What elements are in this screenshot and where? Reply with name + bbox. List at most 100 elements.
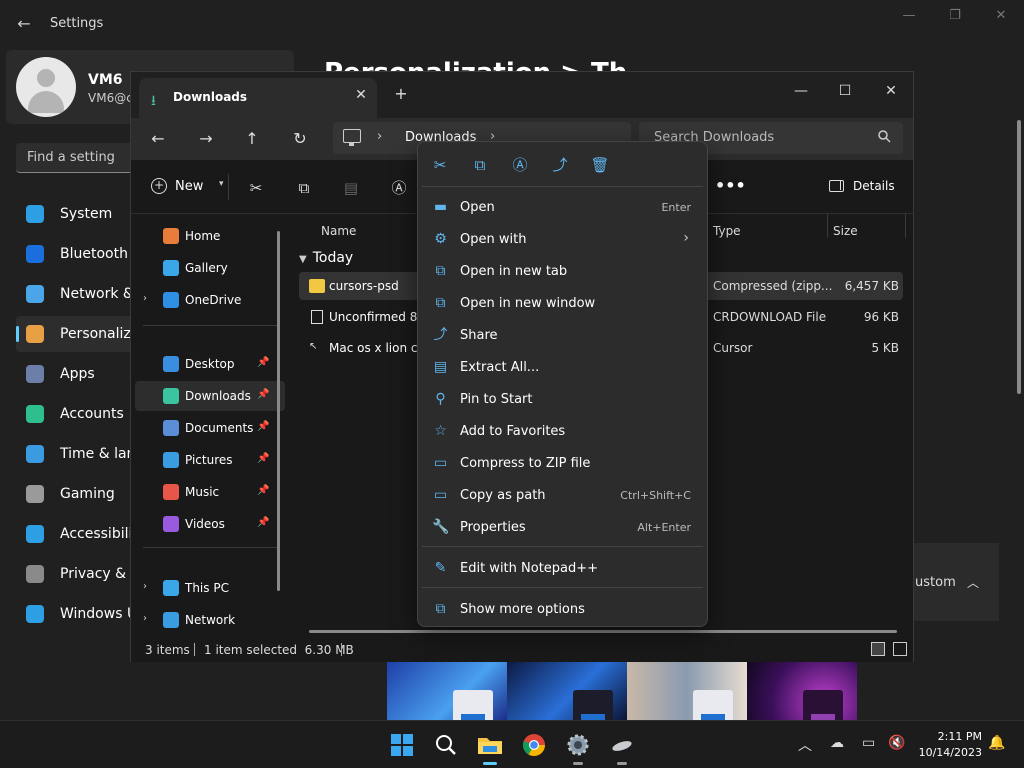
menu-item[interactable]: ⚙ Open with › [422, 224, 703, 254]
minimize-icon[interactable]: — [894, 8, 924, 26]
notification-bell-icon[interactable]: 🔔 [988, 735, 1005, 751]
menu-divider [422, 587, 703, 588]
refresh-icon[interactable]: ↻ [285, 126, 315, 152]
theme-thumbnail-glow[interactable] [747, 662, 857, 720]
menu-item[interactable]: ✎ Edit with Notepad++ [422, 553, 703, 583]
menu-item[interactable]: ⤴ Share [422, 320, 703, 350]
settings-search-input[interactable]: Find a setting [16, 143, 146, 173]
settings-nav-item[interactable]: Privacy & security [16, 556, 186, 592]
sidebar-item[interactable]: › OneDrive [135, 285, 285, 315]
sidebar-item[interactable]: Videos 📌 [135, 509, 285, 539]
sidebar-item[interactable]: Gallery [135, 253, 285, 283]
settings-taskbar-button[interactable] [562, 729, 594, 765]
sidebar-scrollbar[interactable] [277, 231, 280, 591]
back-arrow-icon[interactable]: ← [14, 14, 34, 34]
cut-icon[interactable]: ✂ [428, 154, 452, 176]
share-icon[interactable]: ⤴ [548, 154, 572, 176]
sidebar-item[interactable]: Pictures 📌 [135, 445, 285, 475]
chevron-up-icon[interactable]: ︿ [798, 735, 812, 755]
maximize-icon[interactable]: ❐ [940, 8, 970, 26]
chevron-right-icon[interactable]: › [143, 613, 147, 624]
settings-nav-item[interactable]: Time & language [16, 436, 179, 472]
more-options-icon[interactable]: ••• [715, 176, 746, 198]
close-icon[interactable]: ✕ [986, 8, 1016, 26]
theme-thumbnail-flowers[interactable] [627, 662, 747, 720]
close-icon[interactable]: ✕ [869, 78, 913, 104]
theme-thumbnail-bloom-dark[interactable] [507, 662, 627, 720]
horizontal-scrollbar[interactable] [309, 630, 897, 633]
settings-nav-item[interactable]: Accounts [16, 396, 136, 432]
sidebar-item[interactable]: Desktop 📌 [135, 349, 285, 379]
new-tab-button[interactable]: + [391, 84, 411, 104]
menu-item[interactable]: ☆ Add to Favorites [422, 416, 703, 446]
maximize-icon[interactable]: ☐ [823, 78, 867, 104]
group-header-today[interactable]: ▼ Today [299, 250, 353, 266]
copy-icon[interactable]: ⧉ [468, 154, 492, 176]
start-button[interactable] [386, 729, 418, 761]
chevron-up-icon[interactable]: ︿ [967, 574, 979, 591]
settings-nav-item[interactable]: Apps [16, 356, 136, 392]
settings-nav-item[interactable]: Personalization [16, 316, 166, 352]
rename-icon[interactable]: Ⓐ [508, 154, 532, 176]
tiles-view-icon[interactable] [893, 642, 907, 656]
sidebar-folder-icon [163, 452, 179, 468]
clock[interactable]: 2:11 PM 10/14/2023 [918, 729, 982, 761]
column-size[interactable]: Size [833, 224, 858, 238]
settings-nav-item[interactable]: System [16, 196, 136, 232]
search-button[interactable] [430, 729, 462, 761]
settings-nav-item[interactable]: Windows Update [16, 596, 178, 632]
column-divider[interactable] [905, 214, 906, 238]
menu-item-label: Open with [460, 232, 527, 247]
settings-nav-item[interactable]: Network & internet [16, 276, 194, 312]
tab-downloads[interactable]: ⭳ Downloads ✕ [139, 78, 377, 118]
close-tab-icon[interactable]: ✕ [351, 87, 371, 107]
menu-item[interactable]: ▭ Copy as path Ctrl+Shift+C [422, 480, 703, 510]
volume-muted-icon[interactable]: 🔇 [888, 735, 905, 751]
forward-arrow-icon[interactable]: → [191, 126, 221, 152]
chevron-right-icon[interactable]: › [377, 129, 382, 144]
settings-nav-icon [26, 405, 44, 423]
sidebar-item[interactable]: Home [135, 221, 285, 251]
column-type[interactable]: Type [713, 224, 741, 238]
back-arrow-icon[interactable]: ← [143, 126, 173, 152]
minimize-icon[interactable]: — [779, 78, 823, 104]
menu-item[interactable]: ⚲ Pin to Start [422, 384, 703, 414]
network-icon[interactable]: ▭ [862, 735, 875, 751]
chevron-right-icon[interactable]: › [143, 581, 147, 592]
column-name[interactable]: Name [321, 224, 356, 238]
delete-icon[interactable]: 🗑 [588, 154, 612, 176]
settings-scrollbar[interactable] [1017, 120, 1021, 394]
settings-nav-item[interactable]: Bluetooth & devices [16, 236, 201, 272]
up-arrow-icon[interactable]: ↑ [237, 126, 267, 152]
copy-icon[interactable]: ⧉ [291, 176, 317, 200]
sidebar-item[interactable]: › Network [135, 605, 285, 635]
sidebar-item[interactable]: Downloads 📌 [135, 381, 285, 411]
column-divider[interactable] [827, 214, 828, 238]
details-view-icon[interactable] [871, 642, 885, 656]
menu-item[interactable]: ⧉ Show more options [422, 594, 703, 624]
paste-icon[interactable]: ▤ [338, 176, 364, 200]
theme-thumbnail-bloom-light[interactable] [387, 662, 507, 720]
sidebar-folder-icon [163, 228, 179, 244]
settings-nav-item[interactable]: Gaming [16, 476, 136, 512]
this-pc-icon[interactable] [343, 129, 361, 146]
chevron-right-icon[interactable]: › [143, 293, 147, 304]
chrome-taskbar-button[interactable] [518, 729, 550, 761]
sidebar-item-label: Pictures [185, 453, 233, 467]
search-icon[interactable] [878, 130, 891, 143]
menu-item[interactable]: ⧉ Open in new tab [422, 256, 703, 286]
sidebar-item[interactable]: › This PC [135, 573, 285, 603]
menu-item[interactable]: 🔧 Properties Alt+Enter [422, 512, 703, 542]
file-explorer-taskbar-button[interactable] [474, 729, 506, 765]
cut-icon[interactable]: ✂ [243, 176, 269, 200]
settings-nav-item[interactable]: Accessibility [16, 516, 146, 552]
rename-icon[interactable]: Ⓐ [386, 176, 412, 200]
menu-item[interactable]: ⧉ Open in new window [422, 288, 703, 318]
menu-item[interactable]: ▭ Compress to ZIP file [422, 448, 703, 478]
sidebar-item[interactable]: Music 📌 [135, 477, 285, 507]
menu-item[interactable]: ▬ Open Enter [422, 192, 703, 222]
onedrive-icon[interactable]: ☁ [830, 735, 844, 751]
mouse-app-taskbar-button[interactable] [606, 729, 638, 765]
menu-item[interactable]: ▤ Extract All... [422, 352, 703, 382]
sidebar-item[interactable]: Documents 📌 [135, 413, 285, 443]
